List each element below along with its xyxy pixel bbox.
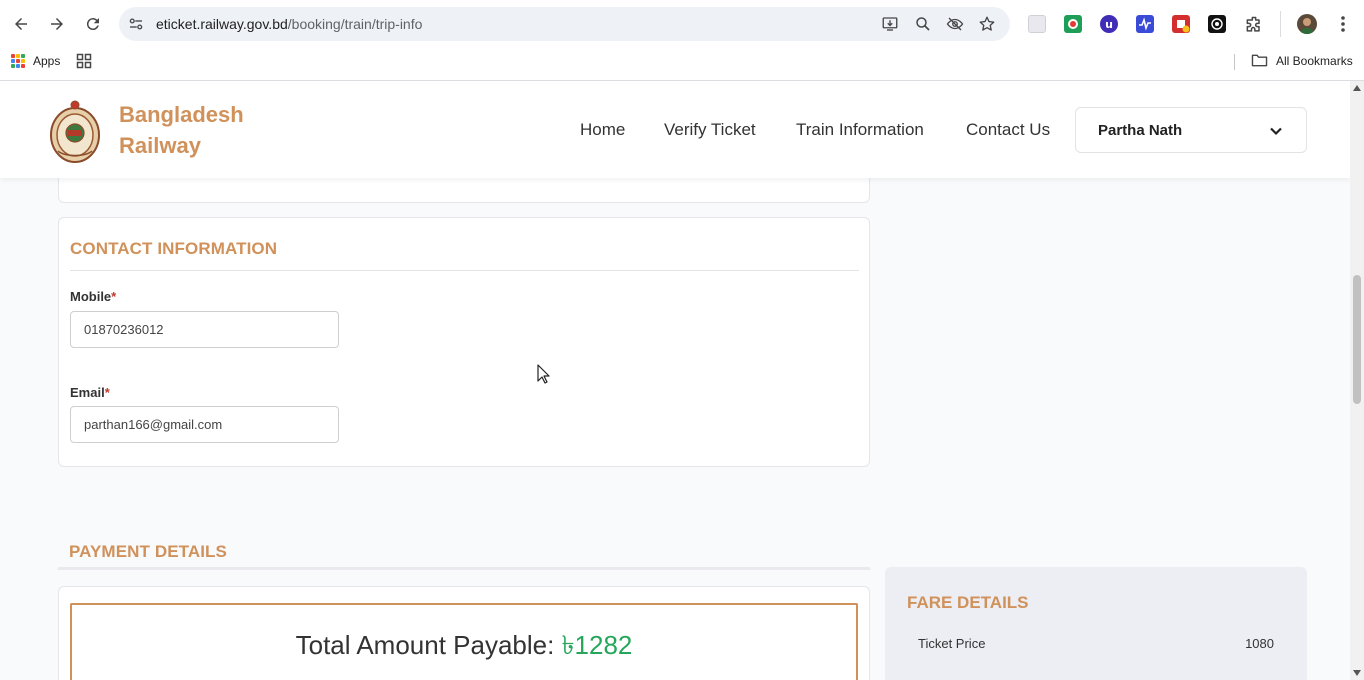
forward-icon[interactable] (45, 12, 69, 36)
ticket-price-value: 1080 (1245, 636, 1274, 651)
brand-line-1: Bangladesh (119, 102, 244, 127)
scroll-down-arrow-icon[interactable] (1353, 670, 1361, 676)
total-amount-value: ৳1282 (561, 630, 633, 660)
folder-icon (1251, 54, 1268, 67)
profile-avatar[interactable] (1297, 14, 1317, 34)
fare-details-title: FARE DETAILS (907, 593, 1029, 612)
chevron-down-icon (1270, 127, 1282, 136)
bookmarks-bar: Apps (0, 48, 1364, 81)
nav-contact-us[interactable]: Contact Us (966, 120, 1050, 140)
contact-divider (70, 270, 859, 271)
install-icon[interactable] (881, 15, 899, 33)
bookmarks-separator (1234, 54, 1235, 70)
mobile-input[interactable] (70, 311, 339, 348)
brand-name[interactable]: Bangladesh Railway (119, 99, 244, 161)
extension-record-icon[interactable] (1064, 15, 1082, 33)
all-bookmarks[interactable]: All Bookmarks (1251, 53, 1353, 68)
extension-u-icon[interactable]: u (1100, 15, 1118, 33)
scrollbar-thumb[interactable] (1353, 275, 1361, 404)
extension-puzzle-light-icon[interactable] (1028, 15, 1046, 33)
url-text: eticket.railway.gov.bd/booking/train/tri… (156, 16, 423, 32)
star-icon[interactable] (978, 15, 996, 33)
svg-text:u: u (1105, 18, 1113, 31)
apps-label: Apps (33, 54, 61, 68)
total-amount-box: Total Amount Payable: ৳1282 (70, 603, 858, 680)
scroll-up-arrow-icon[interactable] (1353, 85, 1361, 91)
user-menu-dropdown[interactable]: Partha Nath (1075, 107, 1307, 153)
total-amount-text: Total Amount Payable: ৳1282 (72, 625, 856, 669)
contact-information-card: CONTACT INFORMATION Mobile* Email* (58, 217, 870, 467)
extensions-icon[interactable] (1244, 15, 1262, 33)
zoom-icon[interactable] (914, 15, 932, 33)
nav-verify-ticket[interactable]: Verify Ticket (664, 120, 756, 140)
email-label: Email* (70, 385, 110, 400)
payment-section-title: PAYMENT DETAILS (69, 542, 227, 561)
ticket-price-label: Ticket Price (918, 636, 986, 651)
browser-toolbar: eticket.railway.gov.bd/booking/train/tri… (0, 0, 1364, 48)
extension-alert-icon[interactable] (1172, 15, 1190, 33)
email-input[interactable] (70, 406, 339, 443)
user-name: Partha Nath (1098, 122, 1183, 139)
toolbar-separator (1280, 11, 1281, 37)
contact-section-title: CONTACT INFORMATION (70, 239, 278, 258)
page-scrollbar[interactable] (1350, 81, 1364, 680)
kebab-menu-icon[interactable] (1336, 14, 1350, 34)
mouse-cursor-icon (537, 364, 550, 384)
reload-icon[interactable] (81, 12, 105, 36)
fare-row-ticket-price: Ticket Price 1080 (918, 636, 1274, 651)
apps-bookmark[interactable]: Apps (11, 54, 60, 68)
extension-wave-icon[interactable] (1136, 15, 1154, 33)
bangladesh-railway-logo[interactable] (50, 99, 100, 163)
nav-home[interactable]: Home (580, 120, 625, 140)
mobile-label: Mobile* (70, 289, 117, 304)
brand-line-2: Railway (119, 133, 201, 158)
all-bookmarks-label: All Bookmarks (1276, 53, 1353, 68)
extension-camera-icon[interactable] (1208, 15, 1226, 33)
apps-grid-icon (11, 54, 25, 68)
site-header: Bangladesh Railway Home Verify Ticket Tr… (0, 81, 1350, 178)
fare-details-panel: FARE DETAILS Ticket Price 1080 (885, 567, 1307, 680)
site-info-icon[interactable] (127, 15, 145, 33)
payment-divider (58, 567, 870, 570)
page-viewport: Bangladesh Railway Home Verify Ticket Tr… (0, 81, 1350, 680)
total-amount-label: Total Amount Payable: (295, 630, 562, 660)
back-icon[interactable] (9, 12, 33, 36)
nav-train-information[interactable]: Train Information (796, 120, 924, 140)
address-bar[interactable]: eticket.railway.gov.bd/booking/train/tri… (119, 7, 1010, 41)
tab-groups-icon[interactable] (76, 53, 92, 69)
eye-off-icon[interactable] (946, 15, 964, 33)
